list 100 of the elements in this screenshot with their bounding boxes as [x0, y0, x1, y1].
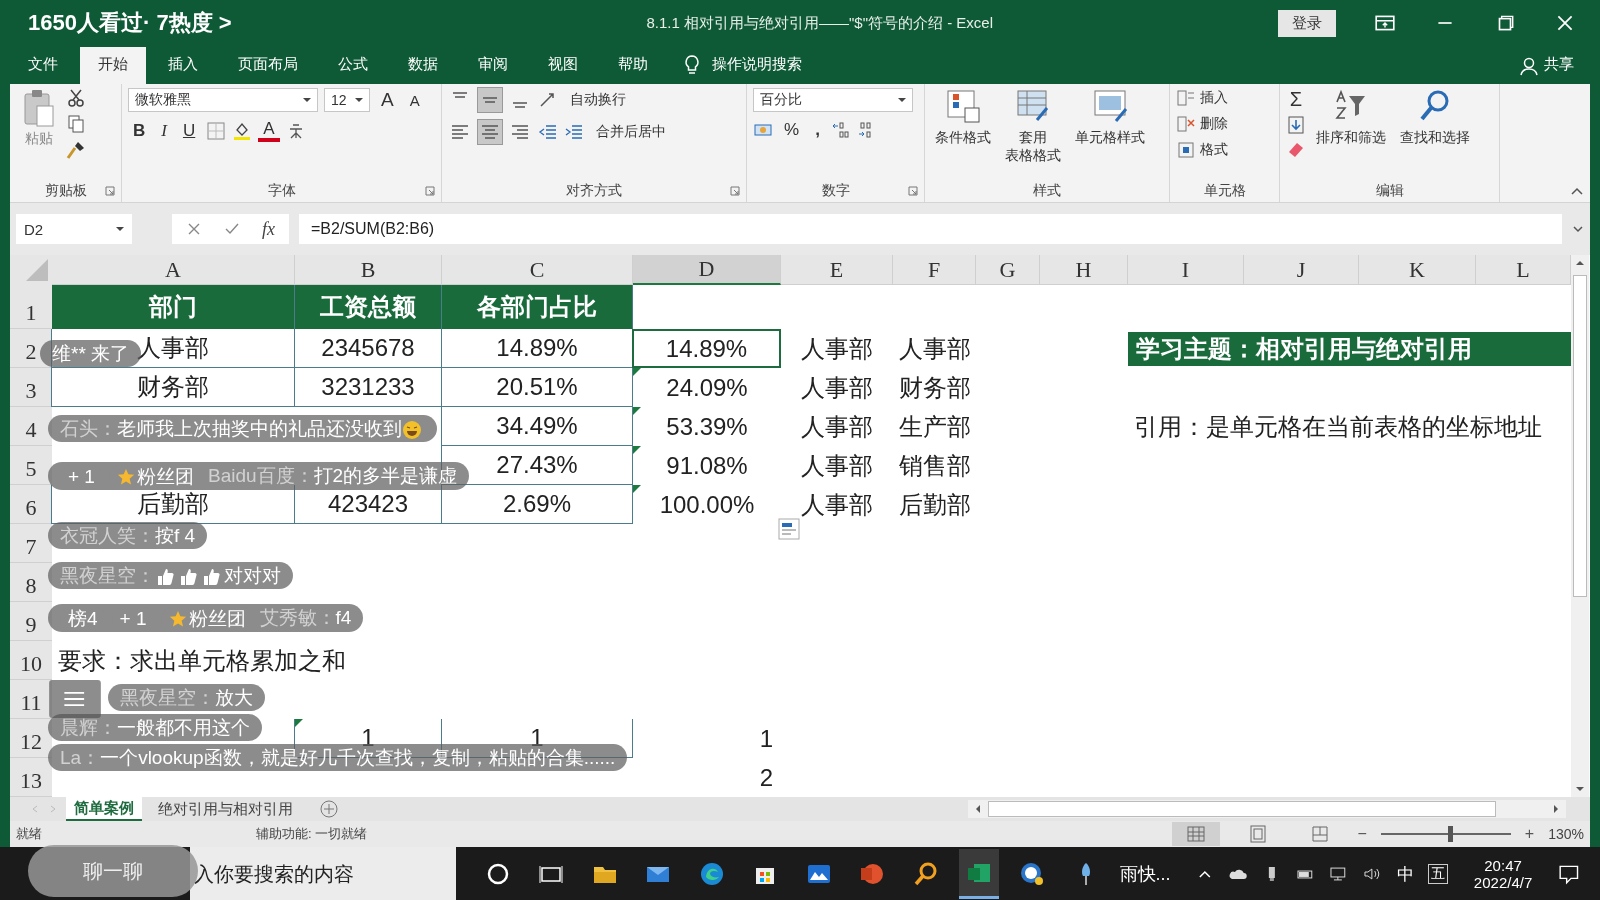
cell-command[interactable]: 格式 [1176, 140, 1228, 160]
error-indicator-icon[interactable] [633, 446, 641, 454]
zoom-level[interactable]: 130% [1548, 826, 1584, 842]
clock-time[interactable]: 20:47 [1484, 857, 1522, 874]
share-button[interactable]: 共享 [1538, 55, 1590, 84]
increase-indent-icon[interactable] [564, 122, 584, 142]
scissors-icon[interactable] [66, 88, 86, 108]
style-button[interactable]: 套用 表格格式 [1001, 88, 1065, 164]
scrollbar-thumb[interactable] [1573, 275, 1587, 597]
shrink-font-button[interactable]: A [404, 91, 425, 109]
ribbon-display-icon[interactable] [1374, 14, 1396, 32]
font-color-button[interactable]: A [258, 120, 280, 142]
add-sheet-icon[interactable] [319, 799, 339, 819]
style-button[interactable]: 条件格式 [931, 88, 995, 146]
column-header[interactable]: L [1476, 255, 1571, 285]
view-button[interactable] [1171, 822, 1220, 846]
input-mode-indicator[interactable]: 五 [1427, 864, 1448, 884]
error-indicator-icon[interactable] [633, 485, 641, 493]
dialog-launcher-icon[interactable] [908, 186, 918, 196]
wrap-text-button[interactable]: 自动换行 [570, 91, 626, 109]
align-button[interactable] [478, 120, 502, 144]
fill-down-icon[interactable] [1286, 115, 1306, 135]
sheet-tab[interactable]: 简单案例 [66, 797, 142, 821]
row-header[interactable]: 6 [10, 485, 52, 524]
menu-tab[interactable]: 公式 [320, 47, 386, 84]
zoom-slider-thumb[interactable] [1447, 826, 1453, 842]
error-indicator-icon[interactable] [295, 719, 303, 727]
column-header[interactable]: K [1359, 255, 1476, 285]
format-painter-icon[interactable] [66, 140, 86, 160]
row-header[interactable]: 4 [10, 407, 52, 446]
collapse-ribbon-icon[interactable] [1570, 186, 1584, 196]
column-header[interactable]: D [633, 255, 781, 285]
search-field[interactable]: 入你要搜索的内容 [190, 847, 457, 900]
sort-filter-button[interactable]: 排序和筛选 [1312, 88, 1390, 146]
column-header[interactable]: G [976, 255, 1040, 285]
find-select-button[interactable]: 查找和选择 [1396, 88, 1474, 146]
menu-tab[interactable]: 审阅 [460, 47, 526, 84]
column-header[interactable]: J [1244, 255, 1359, 285]
row-header[interactable]: 3 [10, 368, 52, 407]
menu-tab[interactable]: 开始 [80, 47, 146, 84]
name-box[interactable]: D2 [16, 214, 132, 244]
login-button[interactable]: 登录 [1278, 9, 1336, 37]
row-header[interactable]: 12 [10, 719, 52, 758]
autosum-button[interactable]: Σ [1286, 88, 1306, 111]
dialog-launcher-icon[interactable] [730, 186, 740, 196]
bold-button[interactable]: B [128, 121, 151, 141]
sheet-tab[interactable]: 绝对引用与相对引用 [150, 797, 301, 821]
cancel-icon[interactable] [186, 221, 202, 237]
menu-tab[interactable]: 帮助 [600, 47, 666, 84]
column-header[interactable]: F [893, 255, 976, 285]
decrease-indent-icon[interactable] [538, 122, 558, 142]
expand-icon[interactable] [1572, 225, 1584, 233]
row-header[interactable]: 8 [10, 563, 52, 602]
menu-tab[interactable]: 页面布局 [220, 47, 316, 84]
cell-command[interactable]: 插入 [1176, 88, 1228, 108]
column-header[interactable]: B [295, 255, 442, 285]
comma-button[interactable]: , [810, 120, 825, 140]
style-button[interactable]: 单元格样式 [1071, 88, 1149, 146]
row-header[interactable]: 1 [10, 285, 52, 329]
column-header[interactable]: I [1128, 255, 1244, 285]
menu-tab[interactable]: 数据 [390, 47, 456, 84]
row-header[interactable]: 9 [10, 602, 52, 641]
column-header[interactable]: A [52, 255, 295, 285]
font-size-dropdown[interactable]: 12 [324, 88, 370, 112]
italic-button[interactable]: I [156, 121, 172, 141]
clock-date[interactable]: 2022/4/7 [1473, 874, 1533, 891]
input-method-indicator[interactable]: 中 [1396, 862, 1414, 886]
taskbar-app-label[interactable]: 雨快... [1119, 862, 1171, 886]
underline-button[interactable]: U [177, 121, 201, 141]
accessibility-status[interactable]: 辅助功能: 一切就绪 [256, 825, 368, 843]
align-button[interactable] [478, 88, 502, 112]
menu-tab[interactable]: 文件 [10, 47, 76, 84]
error-indicator-icon[interactable] [633, 407, 641, 415]
enter-icon[interactable] [224, 221, 240, 237]
notification-icon[interactable] [1558, 863, 1580, 885]
zoom-in-button[interactable]: + [1524, 825, 1535, 843]
row-header[interactable]: 11 [10, 680, 52, 719]
menu-tab[interactable]: 视图 [530, 47, 596, 84]
column-header[interactable]: E [781, 255, 893, 285]
row-header[interactable]: 10 [10, 641, 52, 680]
menu-tab[interactable]: 插入 [150, 47, 216, 84]
number-format-dropdown[interactable]: 百分比 [753, 88, 913, 112]
grow-font-button[interactable]: A [376, 89, 399, 111]
cell-command[interactable]: 删除 [1176, 114, 1228, 134]
fill-color-icon[interactable] [232, 121, 253, 141]
menu-icon[interactable] [48, 680, 102, 718]
tell-me-search[interactable]: 操作说明搜索 [712, 55, 802, 84]
zoom-out-button[interactable]: − [1357, 825, 1367, 843]
paste-options-icon[interactable] [778, 518, 800, 540]
font-family-dropdown[interactable]: 微软雅黑 [128, 88, 318, 112]
increase-decimal-icon[interactable] [830, 120, 851, 140]
dialog-launcher-icon[interactable] [425, 186, 435, 196]
column-header[interactable]: C [442, 255, 633, 285]
dialog-launcher-icon[interactable] [105, 186, 115, 196]
row-header[interactable]: 7 [10, 524, 52, 563]
column-header[interactable]: H [1040, 255, 1128, 285]
row-header[interactable]: 13 [10, 758, 52, 797]
percent-button[interactable]: % [779, 120, 805, 140]
error-indicator-icon[interactable] [633, 368, 641, 376]
merge-center-button[interactable]: 合并后居中 [596, 123, 666, 141]
